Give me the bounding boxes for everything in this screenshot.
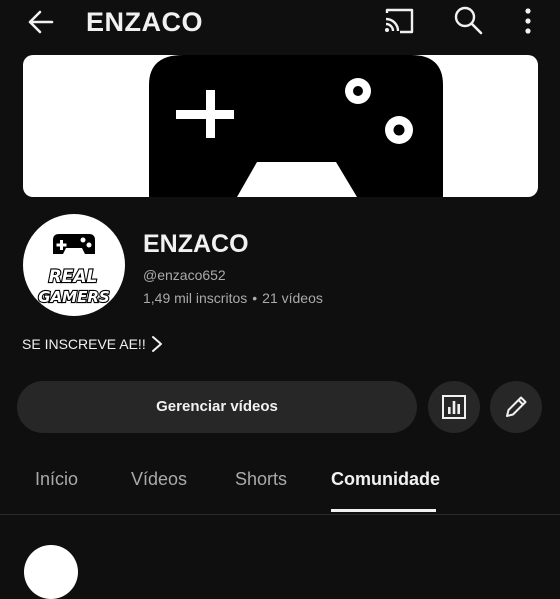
channel-handle: @enzaco652: [143, 267, 226, 283]
svg-text:GAMERS: GAMERS: [38, 288, 109, 306]
tab-shorts[interactable]: Shorts: [235, 468, 287, 490]
channel-stats: 1,49 mil inscritos • 21 vídeos: [143, 289, 323, 307]
channel-avatar[interactable]: REAL GAMERS: [23, 214, 125, 316]
cast-icon: [385, 8, 414, 34]
more-options-button[interactable]: [519, 6, 537, 36]
stats-separator: •: [252, 290, 258, 306]
post-author-avatar[interactable]: [24, 545, 78, 599]
search-icon: [454, 6, 483, 35]
channel-banner: [23, 55, 538, 197]
subscriber-count: 1,49 mil inscritos: [143, 290, 248, 306]
description-text: SE INSCREVE AE!!: [22, 336, 146, 352]
real-gamers-logo: REAL GAMERS: [37, 234, 111, 307]
top-app-bar: ENZACO: [0, 0, 560, 44]
cast-button[interactable]: [383, 7, 415, 35]
analytics-icon: [442, 395, 466, 419]
active-tab-indicator: [331, 509, 436, 512]
channel-name: ENZACO: [143, 230, 249, 258]
chevron-right-icon: [152, 336, 162, 352]
channel-tabs: Início Vídeos Shorts Comunidade: [0, 452, 560, 515]
tab-inicio[interactable]: Início: [35, 468, 78, 490]
tab-comunidade[interactable]: Comunidade: [331, 468, 440, 490]
analytics-button[interactable]: [428, 381, 480, 433]
svg-text:REAL: REAL: [49, 267, 98, 287]
manage-videos-button[interactable]: Gerenciar vídeos: [17, 381, 417, 433]
back-button[interactable]: [24, 6, 58, 38]
gamepad-banner-image: [149, 55, 443, 197]
arrow-left-icon: [28, 10, 54, 34]
pencil-icon: [506, 396, 527, 417]
video-count: 21 vídeos: [262, 290, 323, 306]
tab-videos[interactable]: Vídeos: [131, 468, 187, 490]
more-vertical-icon: [525, 8, 531, 34]
channel-description[interactable]: SE INSCREVE AE!!: [22, 332, 182, 356]
search-button[interactable]: [453, 5, 483, 35]
edit-channel-button[interactable]: [490, 381, 542, 433]
page-title: ENZACO: [86, 7, 203, 37]
